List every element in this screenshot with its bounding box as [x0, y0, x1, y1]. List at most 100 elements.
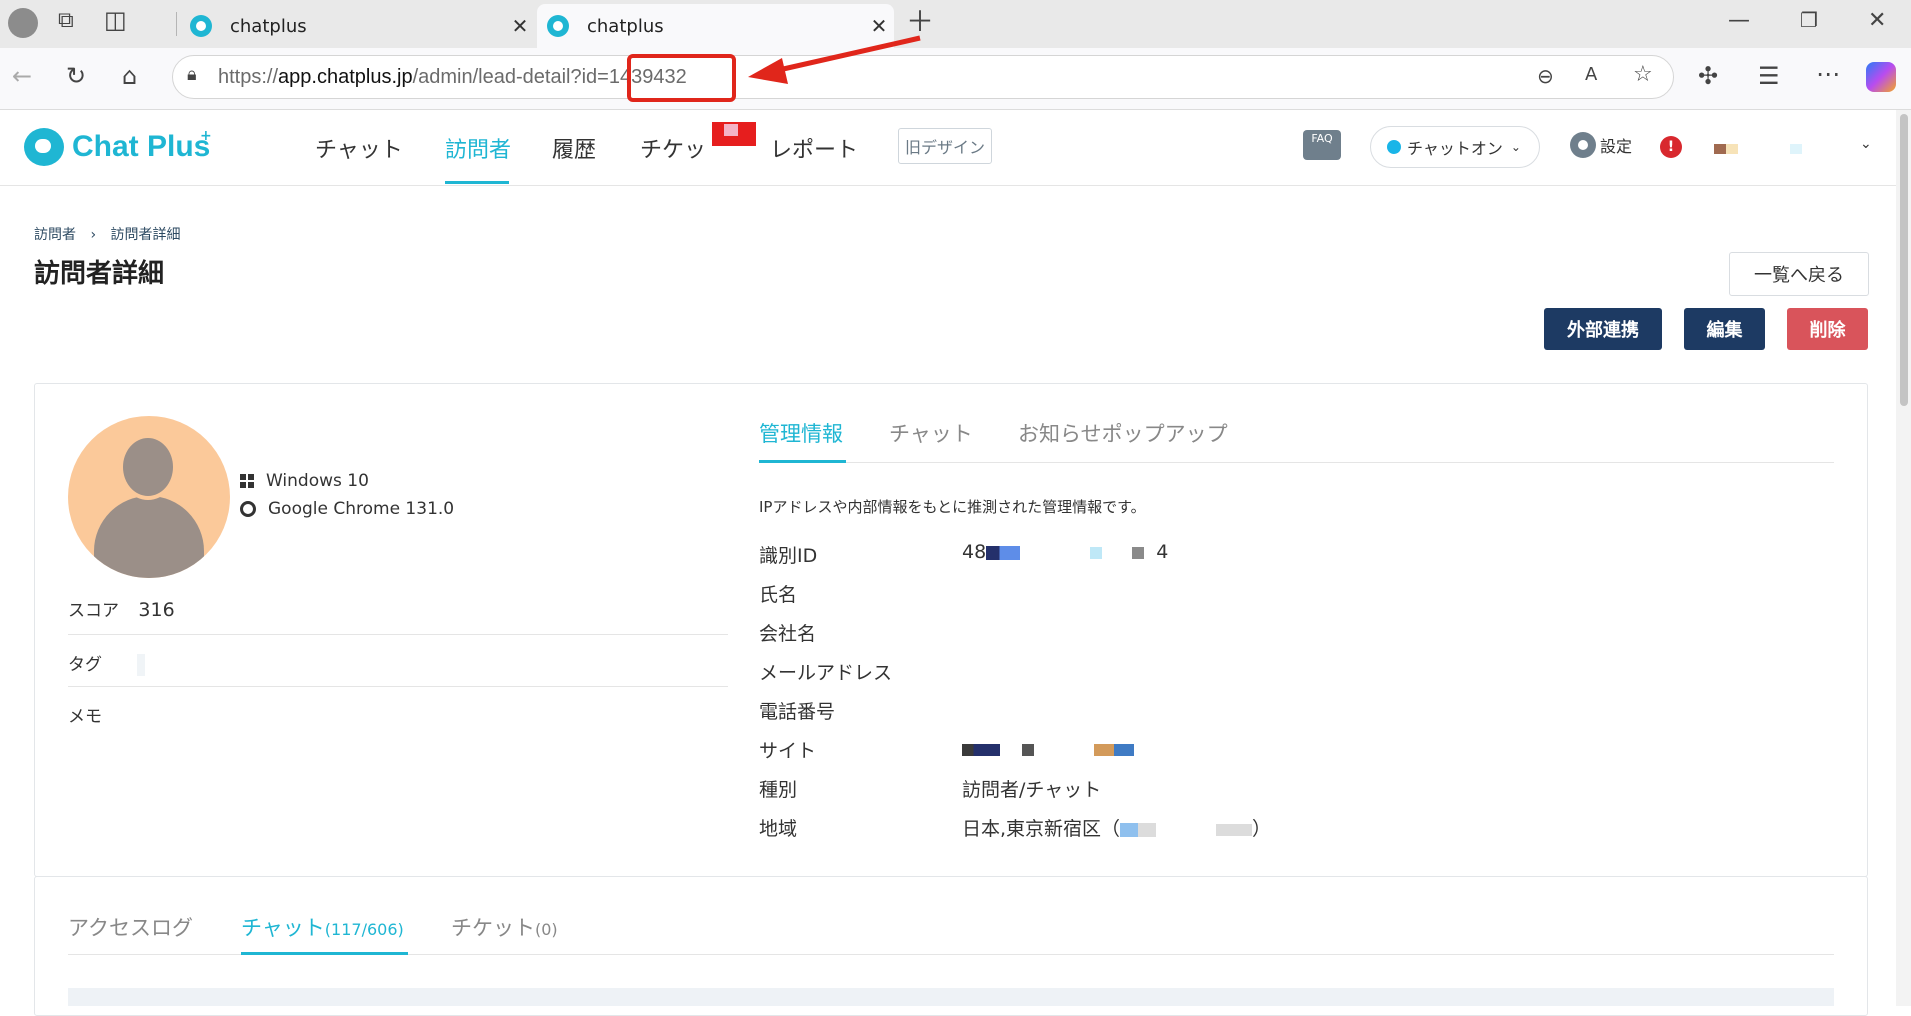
- tab-divider: [759, 462, 1834, 463]
- tab-tickets[interactable]: チケット(0): [451, 912, 558, 942]
- profile-icon[interactable]: [8, 8, 38, 38]
- alert-icon[interactable]: !: [1660, 136, 1682, 158]
- tab-chat-history[interactable]: チャット(117/606): [241, 912, 404, 942]
- browser-tab-2[interactable]: chatplus ✕: [537, 4, 894, 48]
- breadcrumb-separator-icon: ›: [90, 227, 97, 243]
- divider: [68, 634, 728, 635]
- back-icon[interactable]: ←: [12, 64, 32, 88]
- extensions-icon[interactable]: ✣: [1698, 64, 1718, 88]
- more-menu-icon[interactable]: ⋯: [1816, 62, 1840, 86]
- windows-icon: [240, 474, 254, 488]
- redacted-text: [1132, 546, 1145, 559]
- redacted-text: [1216, 823, 1253, 836]
- page-title: 訪問者詳細: [34, 259, 165, 289]
- field-value-site[interactable]: [962, 738, 1134, 760]
- redacted-text: [962, 743, 1000, 756]
- user-avatar-redacted[interactable]: [1714, 144, 1726, 154]
- os-info: Windows 10: [240, 471, 369, 491]
- lock-icon[interactable]: 🔒︎: [187, 66, 197, 84]
- field-label-phone: 電話番号: [759, 701, 836, 723]
- settings-label: 設定: [1600, 137, 1633, 156]
- field-value-region: 日本,東京新宿区（）: [962, 818, 1272, 840]
- old-design-button[interactable]: 旧デザイン: [898, 128, 992, 164]
- tab-active-underline: [759, 460, 846, 463]
- field-label-type: 種別: [759, 779, 798, 801]
- redacted-text: [986, 545, 1021, 560]
- minimize-icon[interactable]: —: [1728, 10, 1750, 32]
- avatar-head: [119, 434, 177, 500]
- score-row: スコア 316: [68, 596, 728, 621]
- tab-title: chatplus: [230, 15, 307, 37]
- read-aloud-icon[interactable]: A: [1585, 66, 1597, 84]
- visitor-detail-card: [34, 383, 1868, 877]
- settings-button[interactable]: 設定: [1570, 132, 1632, 158]
- field-value-id: 48 4: [962, 541, 1169, 563]
- chat-status-toggle[interactable]: チャットオン ⌄: [1370, 126, 1540, 168]
- address-bar[interactable]: 🔒︎ https://app.chatplus.jp/admin/lead-de…: [172, 55, 1674, 99]
- tab-title: chatplus: [587, 15, 664, 37]
- annotation-highlight-box: [627, 54, 736, 102]
- home-icon[interactable]: ⌂: [122, 64, 137, 88]
- chevron-down-icon: ⌄: [1510, 140, 1521, 154]
- chatplus-favicon-icon: [547, 15, 569, 37]
- memo-row[interactable]: メモ: [68, 702, 728, 727]
- tag-input[interactable]: [137, 654, 146, 676]
- tab-notification-popup[interactable]: お知らせポップアップ: [1018, 418, 1228, 448]
- tab-management-info[interactable]: 管理情報: [759, 418, 843, 448]
- url-text[interactable]: https://app.chatplus.jp/admin/lead-detai…: [218, 66, 687, 89]
- reload-icon[interactable]: ↻: [66, 64, 86, 88]
- user-menu-chevron-icon[interactable]: ⌄: [1860, 136, 1872, 152]
- chatplus-favicon-icon: [190, 15, 212, 37]
- gear-icon: [1570, 132, 1596, 158]
- browser-label: Google Chrome 131.0: [268, 499, 455, 519]
- tab-access-log[interactable]: アクセスログ: [68, 912, 193, 942]
- browser-tab-1[interactable]: chatplus ✕: [180, 4, 535, 48]
- nav-history[interactable]: 履歴: [552, 132, 596, 164]
- user-name-redacted: [1790, 144, 1802, 154]
- field-value-type: 訪問者/チャット: [962, 779, 1102, 801]
- tab-active-underline: [241, 952, 408, 955]
- tag-row[interactable]: タグ: [68, 650, 728, 676]
- breadcrumb-visitors[interactable]: 訪問者: [34, 227, 76, 243]
- os-label: Windows 10: [266, 471, 369, 491]
- browser-info: Google Chrome 131.0: [240, 499, 454, 519]
- user-avatar-redacted: [1726, 144, 1738, 154]
- delete-button[interactable]: 削除: [1787, 308, 1868, 350]
- close-tab-icon[interactable]: ✕: [864, 14, 894, 38]
- field-label-company: 会社名: [759, 623, 817, 645]
- copilot-icon[interactable]: [1866, 62, 1896, 92]
- status-dot-icon: [1387, 140, 1401, 154]
- chatplus-logo-icon[interactable]: [24, 128, 64, 166]
- external-integration-button[interactable]: 外部連携: [1544, 308, 1662, 350]
- window-close-icon[interactable]: ✕: [1868, 10, 1886, 32]
- new-tab-icon[interactable]: ＋: [906, 8, 934, 36]
- redacted-text: [1094, 743, 1134, 756]
- back-to-list-button[interactable]: 一覧へ戻る: [1729, 252, 1869, 296]
- field-label-site: サイト: [759, 740, 817, 762]
- memo-label: メモ: [68, 707, 102, 727]
- workspaces-icon[interactable]: ⧉: [58, 10, 74, 32]
- breadcrumb-current: 訪問者詳細: [110, 227, 181, 243]
- field-label-email: メールアドレス: [759, 662, 893, 684]
- favorite-star-icon[interactable]: ☆: [1633, 64, 1653, 86]
- restore-icon[interactable]: ❐: [1800, 10, 1818, 30]
- edit-button[interactable]: 編集: [1684, 308, 1765, 350]
- tab-chat[interactable]: チャット: [889, 418, 973, 448]
- scrollbar-thumb[interactable]: [1900, 114, 1908, 406]
- favorites-icon[interactable]: ☰: [1758, 64, 1780, 88]
- nav-active-underline: [445, 181, 509, 184]
- app-logo[interactable]: Chat Plus: [72, 130, 210, 164]
- close-tab-icon[interactable]: ✕: [505, 14, 535, 38]
- visitor-avatar: [68, 416, 230, 578]
- redacted-text: [1022, 743, 1034, 756]
- faq-icon[interactable]: FAQ: [1303, 130, 1341, 160]
- nav-visitors[interactable]: 訪問者: [445, 132, 511, 164]
- table-header-bar: [68, 988, 1834, 1006]
- nav-reports[interactable]: レポート: [770, 132, 858, 164]
- app-header: Chat Plus + チャット 訪問者 履歴 チケッ レポート 旧デザイン F…: [0, 110, 1896, 186]
- nav-tickets[interactable]: チケッ: [640, 132, 706, 164]
- vertical-tabs-icon[interactable]: ◫: [104, 8, 127, 32]
- zoom-icon[interactable]: ⊖: [1537, 66, 1554, 86]
- redaction-block: [712, 122, 756, 146]
- nav-chat[interactable]: チャット: [315, 132, 403, 164]
